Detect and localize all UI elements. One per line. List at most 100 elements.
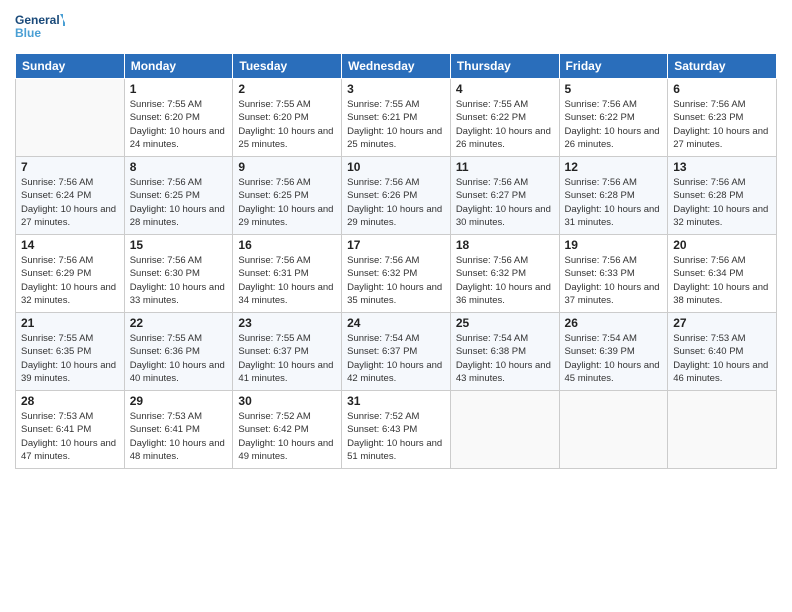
day-info: Sunrise: 7:53 AM Sunset: 6:41 PM Dayligh… xyxy=(130,410,228,463)
day-header-sunday: Sunday xyxy=(16,54,125,79)
logo-graphic: General Blue xyxy=(15,10,65,45)
day-info: Sunrise: 7:54 AM Sunset: 6:37 PM Dayligh… xyxy=(347,332,445,385)
calendar-cell: 10Sunrise: 7:56 AM Sunset: 6:26 PM Dayli… xyxy=(342,157,451,235)
day-number: 4 xyxy=(456,82,554,96)
day-number: 27 xyxy=(673,316,771,330)
day-header-wednesday: Wednesday xyxy=(342,54,451,79)
calendar-cell: 19 Sunrise: 7:56 AM Sunset: 6:33 PM Dayli… xyxy=(559,235,668,313)
calendar-cell: 1 Sunrise: 7:55 AM Sunset: 6:20 PM Daylig… xyxy=(124,79,233,157)
calendar-cell: 7 Sunrise: 7:56 AM Sunset: 6:24 PM Daylig… xyxy=(16,157,125,235)
day-info: Sunrise: 7:56 AM Sunset: 6:34 PM Dayligh… xyxy=(673,254,771,307)
day-number: 30 xyxy=(238,394,336,408)
day-info: Sunrise: 7:52 AM Sunset: 6:42 PM Dayligh… xyxy=(238,410,336,463)
week-row-2: 7 Sunrise: 7:56 AM Sunset: 6:24 PM Daylig… xyxy=(16,157,777,235)
day-info: Sunrise: 7:54 AM Sunset: 6:39 PM Dayligh… xyxy=(565,332,663,385)
calendar-cell: 26Sunrise: 7:54 AM Sunset: 6:39 PM Dayli… xyxy=(559,313,668,391)
day-number: 25 xyxy=(456,316,554,330)
day-info: Sunrise: 7:56 AM Sunset: 6:32 PM Dayligh… xyxy=(347,254,445,307)
svg-text:Blue: Blue xyxy=(15,26,41,40)
day-info: Sunrise: 7:56 AM Sunset: 6:32 PM Dayligh… xyxy=(456,254,554,307)
calendar-cell: 28Sunrise: 7:53 AM Sunset: 6:41 PM Dayli… xyxy=(16,391,125,469)
logo: General Blue xyxy=(15,10,65,45)
calendar-cell: 20Sunrise: 7:56 AM Sunset: 6:34 PM Dayli… xyxy=(668,235,777,313)
calendar-cell: 2Sunrise: 7:55 AM Sunset: 6:20 PM Daylig… xyxy=(233,79,342,157)
calendar-cell: 13Sunrise: 7:56 AM Sunset: 6:28 PM Dayli… xyxy=(668,157,777,235)
day-info: Sunrise: 7:56 AM Sunset: 6:27 PM Dayligh… xyxy=(456,176,554,229)
day-info: Sunrise: 7:56 AM Sunset: 6:30 PM Dayligh… xyxy=(130,254,228,307)
day-number: 3 xyxy=(347,82,445,96)
day-info: Sunrise: 7:55 AM Sunset: 6:35 PM Dayligh… xyxy=(21,332,119,385)
day-number: 22 xyxy=(130,316,228,330)
calendar-cell: 12 Sunrise: 7:56 AM Sunset: 6:28 PM Dayli… xyxy=(559,157,668,235)
day-header-thursday: Thursday xyxy=(450,54,559,79)
calendar-cell: 14Sunrise: 7:56 AM Sunset: 6:29 PM Dayli… xyxy=(16,235,125,313)
day-number: 6 xyxy=(673,82,771,96)
calendar-cell: 29 Sunrise: 7:53 AM Sunset: 6:41 PM Dayli… xyxy=(124,391,233,469)
calendar-cell: 6 Sunrise: 7:56 AM Sunset: 6:23 PM Daylig… xyxy=(668,79,777,157)
day-number: 12 xyxy=(565,160,663,174)
calendar-cell: 15 Sunrise: 7:56 AM Sunset: 6:30 PM Dayli… xyxy=(124,235,233,313)
day-header-tuesday: Tuesday xyxy=(233,54,342,79)
day-number: 10 xyxy=(347,160,445,174)
day-info: Sunrise: 7:53 AM Sunset: 6:40 PM Dayligh… xyxy=(673,332,771,385)
week-row-4: 21 Sunrise: 7:55 AM Sunset: 6:35 PM Dayli… xyxy=(16,313,777,391)
day-number: 29 xyxy=(130,394,228,408)
week-row-5: 28Sunrise: 7:53 AM Sunset: 6:41 PM Dayli… xyxy=(16,391,777,469)
day-number: 9 xyxy=(238,160,336,174)
day-info: Sunrise: 7:55 AM Sunset: 6:20 PM Dayligh… xyxy=(238,98,336,151)
day-number: 8 xyxy=(130,160,228,174)
calendar-cell: 5Sunrise: 7:56 AM Sunset: 6:22 PM Daylig… xyxy=(559,79,668,157)
day-info: Sunrise: 7:53 AM Sunset: 6:41 PM Dayligh… xyxy=(21,410,119,463)
calendar-cell xyxy=(450,391,559,469)
day-number: 21 xyxy=(21,316,119,330)
calendar-cell: 25 Sunrise: 7:54 AM Sunset: 6:38 PM Dayli… xyxy=(450,313,559,391)
day-info: Sunrise: 7:56 AM Sunset: 6:25 PM Dayligh… xyxy=(130,176,228,229)
day-number: 1 xyxy=(130,82,228,96)
calendar-cell: 11 Sunrise: 7:56 AM Sunset: 6:27 PM Dayli… xyxy=(450,157,559,235)
calendar-cell: 16 Sunrise: 7:56 AM Sunset: 6:31 PM Dayli… xyxy=(233,235,342,313)
calendar-cell: 3 Sunrise: 7:55 AM Sunset: 6:21 PM Daylig… xyxy=(342,79,451,157)
logo-container: General Blue xyxy=(15,10,65,45)
calendar-cell: 9 Sunrise: 7:56 AM Sunset: 6:25 PM Daylig… xyxy=(233,157,342,235)
day-info: Sunrise: 7:56 AM Sunset: 6:28 PM Dayligh… xyxy=(565,176,663,229)
day-info: Sunrise: 7:55 AM Sunset: 6:37 PM Dayligh… xyxy=(238,332,336,385)
day-info: Sunrise: 7:55 AM Sunset: 6:20 PM Dayligh… xyxy=(130,98,228,151)
day-info: Sunrise: 7:56 AM Sunset: 6:24 PM Dayligh… xyxy=(21,176,119,229)
day-number: 5 xyxy=(565,82,663,96)
calendar-cell: 30 Sunrise: 7:52 AM Sunset: 6:42 PM Dayli… xyxy=(233,391,342,469)
day-number: 23 xyxy=(238,316,336,330)
day-number: 7 xyxy=(21,160,119,174)
day-info: Sunrise: 7:56 AM Sunset: 6:33 PM Dayligh… xyxy=(565,254,663,307)
calendar-cell xyxy=(668,391,777,469)
day-header-friday: Friday xyxy=(559,54,668,79)
calendar-cell: 31Sunrise: 7:52 AM Sunset: 6:43 PM Dayli… xyxy=(342,391,451,469)
calendar-cell: 18Sunrise: 7:56 AM Sunset: 6:32 PM Dayli… xyxy=(450,235,559,313)
day-info: Sunrise: 7:56 AM Sunset: 6:28 PM Dayligh… xyxy=(673,176,771,229)
day-info: Sunrise: 7:55 AM Sunset: 6:36 PM Dayligh… xyxy=(130,332,228,385)
day-number: 11 xyxy=(456,160,554,174)
calendar-cell: 8 Sunrise: 7:56 AM Sunset: 6:25 PM Daylig… xyxy=(124,157,233,235)
day-number: 16 xyxy=(238,238,336,252)
calendar-cell xyxy=(16,79,125,157)
calendar-cell: 23 Sunrise: 7:55 AM Sunset: 6:37 PM Dayli… xyxy=(233,313,342,391)
day-header-monday: Monday xyxy=(124,54,233,79)
day-info: Sunrise: 7:56 AM Sunset: 6:23 PM Dayligh… xyxy=(673,98,771,151)
day-info: Sunrise: 7:56 AM Sunset: 6:31 PM Dayligh… xyxy=(238,254,336,307)
week-row-3: 14Sunrise: 7:56 AM Sunset: 6:29 PM Dayli… xyxy=(16,235,777,313)
page-header: General Blue xyxy=(15,10,777,45)
day-number: 24 xyxy=(347,316,445,330)
svg-text:General: General xyxy=(15,13,60,27)
day-number: 15 xyxy=(130,238,228,252)
day-info: Sunrise: 7:56 AM Sunset: 6:25 PM Dayligh… xyxy=(238,176,336,229)
day-info: Sunrise: 7:55 AM Sunset: 6:21 PM Dayligh… xyxy=(347,98,445,151)
day-number: 31 xyxy=(347,394,445,408)
day-info: Sunrise: 7:54 AM Sunset: 6:38 PM Dayligh… xyxy=(456,332,554,385)
calendar-header-row: SundayMondayTuesdayWednesdayThursdayFrid… xyxy=(16,54,777,79)
calendar-cell: 22 Sunrise: 7:55 AM Sunset: 6:36 PM Dayli… xyxy=(124,313,233,391)
calendar-cell: 24 Sunrise: 7:54 AM Sunset: 6:37 PM Dayli… xyxy=(342,313,451,391)
calendar-cell xyxy=(559,391,668,469)
day-number: 19 xyxy=(565,238,663,252)
day-number: 14 xyxy=(21,238,119,252)
day-info: Sunrise: 7:55 AM Sunset: 6:22 PM Dayligh… xyxy=(456,98,554,151)
calendar-page: General Blue SundayMondayTuesdayWednesda… xyxy=(0,0,792,612)
